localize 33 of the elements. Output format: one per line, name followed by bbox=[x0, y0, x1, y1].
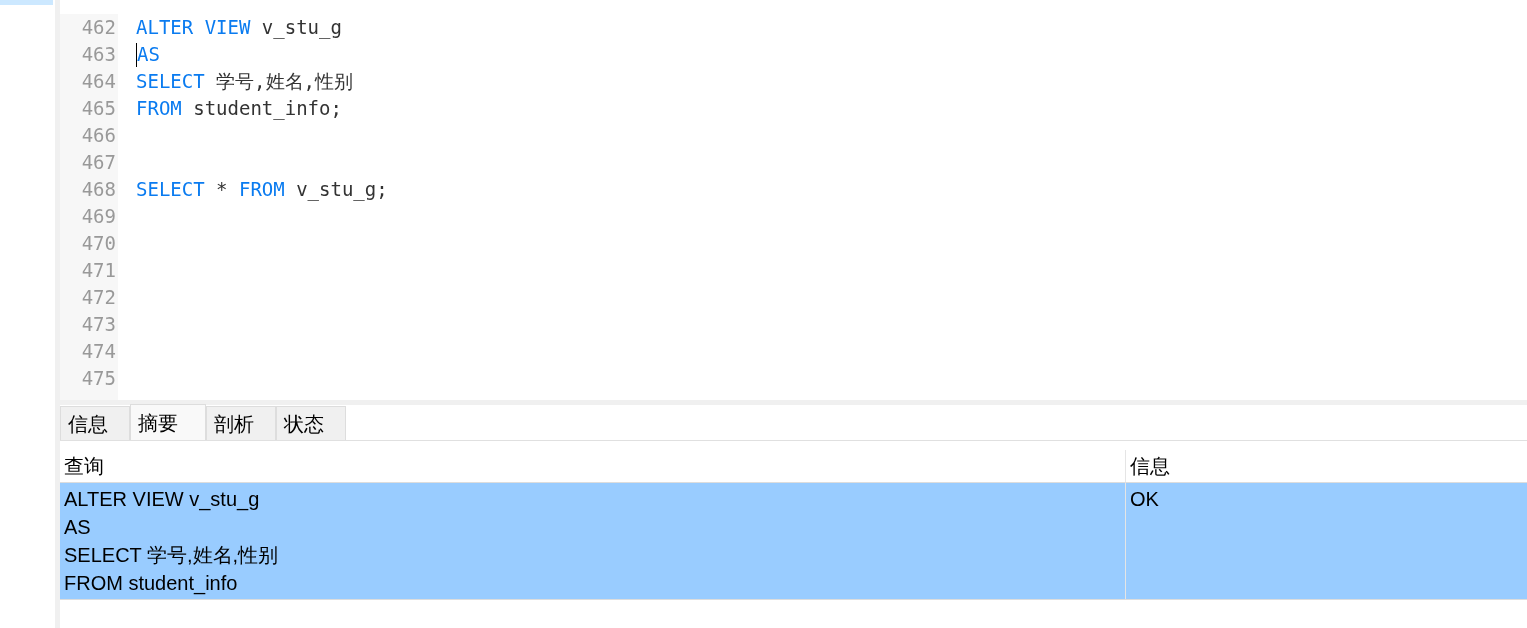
query-text-line: ALTER VIEW v_stu_g bbox=[64, 487, 261, 513]
code-line: FROM student_info; bbox=[136, 96, 342, 122]
line-number: 471 bbox=[81, 258, 116, 284]
column-header: 查询 bbox=[60, 450, 1126, 482]
result-tab[interactable]: 剖析 bbox=[206, 406, 276, 440]
query-text-line: AS bbox=[64, 515, 92, 540]
code-line: AS bbox=[137, 42, 160, 68]
query-text-line: SELECT 学号,姓名,性别 bbox=[64, 543, 280, 568]
code-line: SELECT 学号,姓名,性别 bbox=[136, 69, 353, 95]
line-number: 473 bbox=[81, 312, 116, 338]
line-number: 468 bbox=[81, 177, 116, 203]
code-line: SELECT * FROM v_stu_g; bbox=[136, 177, 388, 203]
result-tab[interactable]: 信息 bbox=[60, 406, 130, 440]
line-number: 464 bbox=[81, 69, 116, 95]
text-cursor bbox=[136, 42, 137, 67]
line-number: 463 bbox=[81, 42, 116, 68]
line-number: 474 bbox=[81, 339, 116, 365]
line-number: 466 bbox=[81, 123, 116, 149]
query-text-line: FROM student_info bbox=[64, 571, 239, 597]
line-number: 470 bbox=[81, 231, 116, 257]
result-tab[interactable]: 摘要 bbox=[130, 404, 206, 440]
line-number: 465 bbox=[81, 96, 116, 122]
result-tab[interactable]: 状态 bbox=[276, 406, 346, 440]
result-row[interactable]: ALTER VIEW v_stu_g AS SELECT 学号,姓名,性别 FROM student_info OK bbox=[60, 483, 1527, 600]
line-number: 467 bbox=[81, 150, 116, 176]
column-header: 信息 bbox=[1129, 454, 1171, 479]
selected-item-strip[interactable] bbox=[0, 0, 53, 5]
line-number: 472 bbox=[81, 285, 116, 311]
line-number: 469 bbox=[81, 204, 116, 230]
code-line: ALTER VIEW v_stu_g bbox=[136, 15, 342, 41]
info-text: OK bbox=[1130, 487, 1160, 512]
line-number: 475 bbox=[81, 366, 116, 392]
line-number: 462 bbox=[81, 15, 116, 41]
